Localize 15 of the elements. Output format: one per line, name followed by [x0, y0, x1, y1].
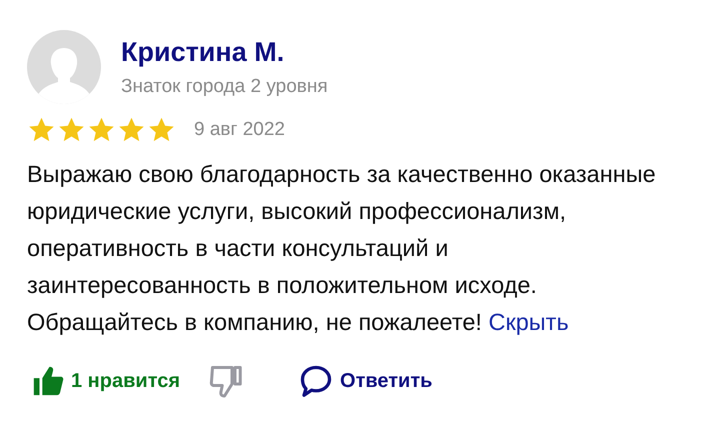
author-rank-label: Знаток города 2 уровня	[121, 76, 328, 98]
star-icon	[117, 116, 146, 144]
star-icon	[87, 116, 116, 144]
collapse-link[interactable]: Скрыть	[488, 309, 569, 335]
reply-button[interactable]: Ответить	[298, 363, 432, 399]
star-icon	[27, 116, 56, 144]
review-text: Выражаю свою благодарность за качественно оказанные юридические услуги, высокий профессионализм, оперативность в части консультаций и заинтересованность в положительном исходе. Обращайтесь в компанию, не пожалеете! Скрыть	[27, 160, 657, 337]
thumbs-up-icon	[31, 364, 65, 398]
dislike-button[interactable]	[208, 363, 244, 399]
author-name[interactable]: Кристина М.	[121, 36, 328, 68]
review-date: 9 авг 2022	[194, 119, 285, 141]
star-icon	[57, 116, 86, 144]
like-button[interactable]: 1 нравится	[31, 364, 180, 398]
star-icon	[147, 116, 176, 144]
thumbs-down-icon	[208, 363, 244, 399]
